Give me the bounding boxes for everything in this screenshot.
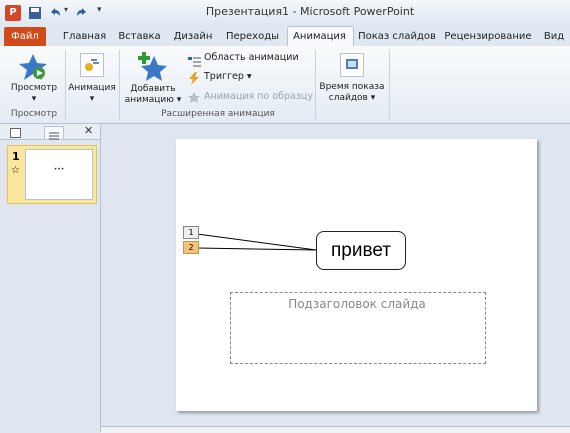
window-title: Презентация1 - Microsoft PowerPoint xyxy=(205,5,415,18)
timing-icon[interactable] xyxy=(340,53,364,77)
slide-number: 1 xyxy=(12,150,20,163)
preview-star-icon[interactable] xyxy=(18,52,48,82)
animation-dropdown-icon[interactable]: ▾ xyxy=(66,94,118,105)
animation-gallery-icon[interactable] xyxy=(80,53,104,77)
undo-dropdown-icon[interactable]: ▾ xyxy=(64,5,72,21)
lightning-icon xyxy=(188,70,200,85)
slides-tab-icon[interactable] xyxy=(10,128,21,138)
add-animation-icon[interactable] xyxy=(136,50,168,82)
tab-view[interactable]: Вид xyxy=(540,28,568,46)
slide-thumbnail[interactable]: ••• xyxy=(25,149,93,200)
preview-button[interactable]: Просмотр xyxy=(4,83,64,94)
animation-button[interactable]: Анимация xyxy=(66,83,118,94)
tab-design[interactable]: Дизайн xyxy=(172,28,214,46)
tab-review[interactable]: Рецензирование xyxy=(443,28,533,46)
anim-painter-icon xyxy=(188,89,200,103)
animation-pane-icon xyxy=(188,53,202,67)
outline-tab-icon[interactable] xyxy=(44,126,64,140)
tab-transitions[interactable]: Переходы xyxy=(225,28,280,46)
timing-label[interactable]: Время показа xyxy=(316,82,388,93)
add-animation-button[interactable]: анимацию ▾ xyxy=(122,95,184,106)
group-preview-label: Просмотр xyxy=(10,109,58,119)
tab-file[interactable]: Файл xyxy=(4,27,46,46)
group-separator xyxy=(389,50,390,120)
star-icon: ☆ xyxy=(11,165,20,176)
animation-badge-2[interactable]: 2 xyxy=(183,241,199,254)
group-separator xyxy=(119,50,120,120)
trigger-button[interactable]: Триггер ▾ xyxy=(204,71,252,82)
preview-dropdown-icon[interactable]: ▾ xyxy=(4,94,64,105)
tab-home[interactable]: Главная xyxy=(62,28,107,46)
tab-animations[interactable]: Анимация xyxy=(288,28,351,46)
animation-connector-lines xyxy=(196,233,317,251)
animation-pane-button[interactable]: Область анимации xyxy=(204,52,299,63)
animation-badge-1[interactable]: 1 xyxy=(183,226,199,239)
add-animation-label[interactable]: Добавить xyxy=(122,84,184,95)
tab-slideshow[interactable]: Показ слайдов xyxy=(357,28,437,46)
powerpoint-icon[interactable]: P xyxy=(5,5,21,21)
timing-button[interactable]: слайдов ▾ xyxy=(316,93,388,104)
tab-insert[interactable]: Вставка xyxy=(117,28,162,46)
slide-canvas[interactable] xyxy=(176,139,537,411)
redo-icon[interactable] xyxy=(75,5,89,21)
undo-icon[interactable] xyxy=(48,5,62,21)
thumb-text: ••• xyxy=(53,166,65,173)
animation-painter-button[interactable]: Анимация по образцу xyxy=(204,91,313,102)
close-icon[interactable]: ✕ xyxy=(84,125,96,137)
customize-icon[interactable]: ▾ xyxy=(97,5,107,21)
subtitle-placeholder-text: Подзаголовок слайда xyxy=(288,297,426,311)
group-advanced-label: Расширенная анимация xyxy=(161,109,275,119)
save-icon[interactable] xyxy=(28,5,42,21)
text-callout[interactable]: привет xyxy=(316,231,406,270)
